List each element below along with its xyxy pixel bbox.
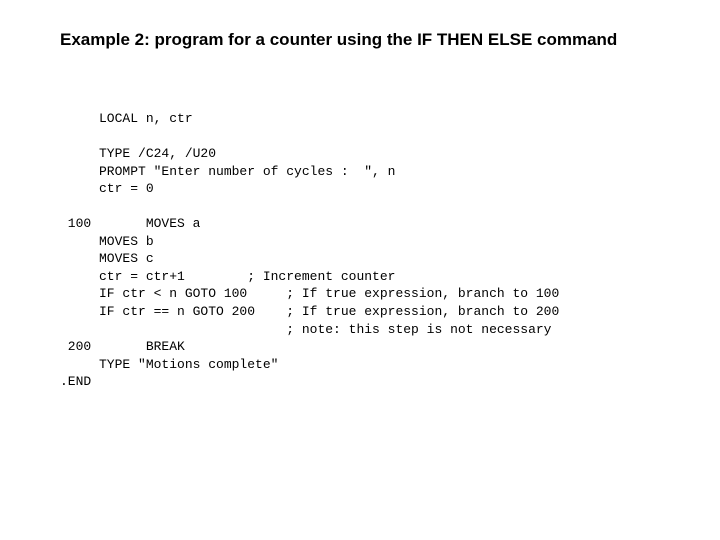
code-listing: LOCAL n, ctr TYPE /C24, /U20 PROMPT "Ent…: [60, 110, 559, 391]
code-line: 200 BREAK: [60, 339, 185, 354]
code-line: TYPE /C24, /U20: [60, 146, 216, 161]
code-line: PROMPT "Enter number of cycles : ", n: [60, 164, 395, 179]
code-line: .END: [60, 374, 91, 389]
code-line: MOVES b: [60, 234, 154, 249]
code-line: ctr = ctr+1 ; Increment counter: [60, 269, 395, 284]
code-line: ctr = 0: [60, 181, 154, 196]
code-line: 100 MOVES a: [60, 216, 200, 231]
code-line: IF ctr < n GOTO 100 ; If true expression…: [60, 286, 559, 301]
page: Example 2: program for a counter using t…: [0, 0, 720, 540]
code-line: MOVES c: [60, 251, 154, 266]
code-line: LOCAL n, ctr: [60, 111, 193, 126]
code-line: IF ctr == n GOTO 200 ; If true expressio…: [60, 304, 559, 319]
example-title: Example 2: program for a counter using t…: [60, 30, 617, 50]
code-line: ; note: this step is not necessary: [60, 322, 551, 337]
code-line: TYPE "Motions complete": [60, 357, 278, 372]
